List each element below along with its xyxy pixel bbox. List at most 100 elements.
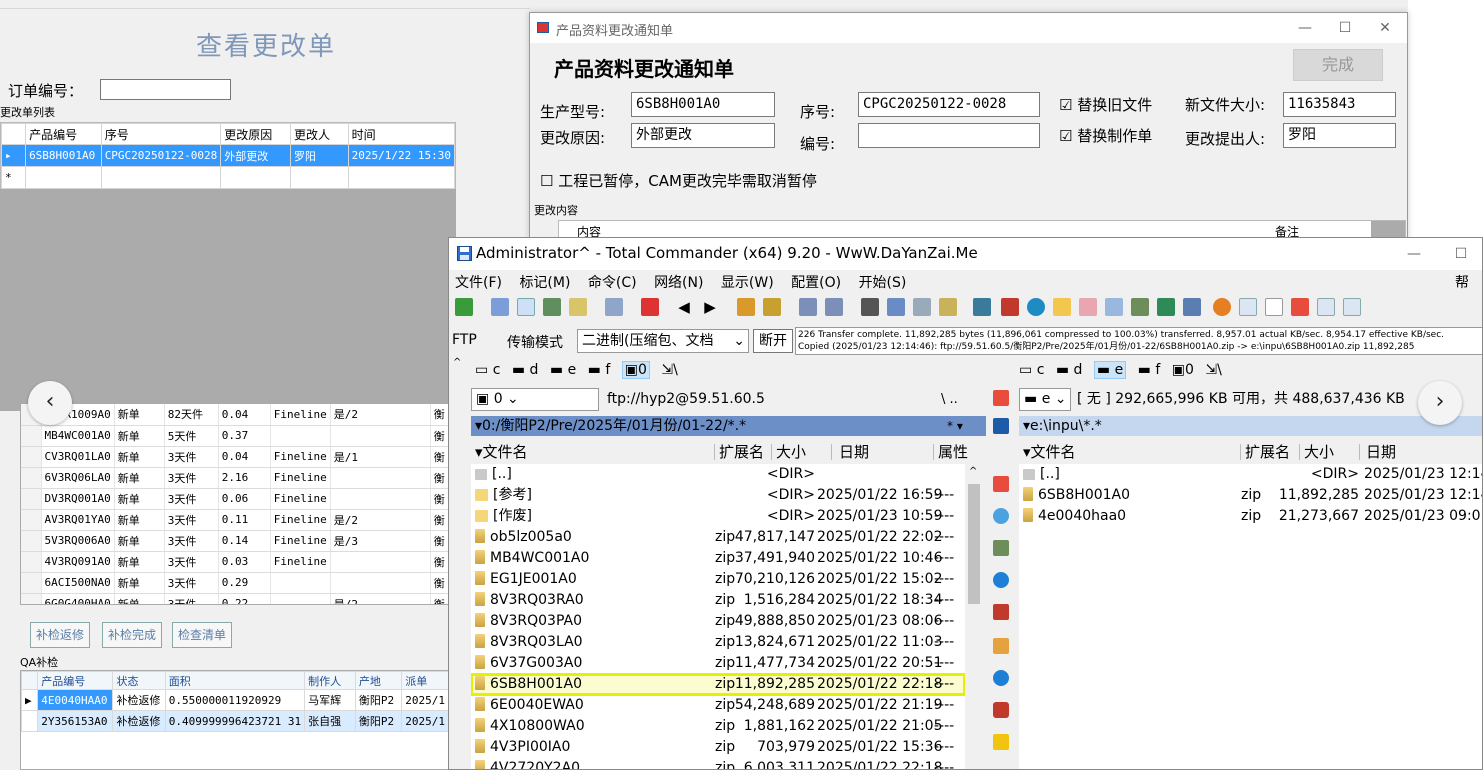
- terminal-icon[interactable]: [993, 418, 1009, 434]
- table-cell[interactable]: 是/2: [330, 404, 431, 426]
- refresh-icon[interactable]: [455, 298, 473, 316]
- table-cell[interactable]: [330, 425, 431, 447]
- file-row[interactable]: 8V3RQ03PA0 zip 49,888,850 2025/01/23 08:06-…: [471, 611, 965, 632]
- drive-f-button[interactable]: ▬ f: [588, 362, 611, 378]
- col-name-header[interactable]: ▾文件名: [1023, 442, 1076, 462]
- drive-e-button[interactable]: ▬ e: [550, 362, 576, 378]
- col-size-header[interactable]: 大小: [776, 442, 806, 462]
- table-cell[interactable]: [330, 572, 431, 594]
- left-current-path[interactable]: ▾0:/衡阳P2/Pre/2025年/01月份/01-22/*.*: [471, 416, 986, 436]
- blank-doc-icon[interactable]: [1265, 298, 1283, 316]
- file-row[interactable]: EG1JE001A0 zip 70,210,126 2025/01/22 15:02-…: [471, 569, 965, 590]
- table-row[interactable]: CV3RQ01LA0 新单 3天件 0.04 Fineline 是/1 衡: [21, 446, 449, 468]
- acrobat-icon[interactable]: [1291, 298, 1309, 316]
- table-cell[interactable]: 新单: [114, 530, 165, 552]
- table-cell[interactable]: 5V3RQ006A0: [41, 530, 115, 552]
- shield-icon[interactable]: [993, 702, 1009, 718]
- drive-c-button[interactable]: ▭ c: [475, 362, 500, 378]
- drive-d-button[interactable]: ▬ d: [1056, 362, 1083, 378]
- table-cell[interactable]: 0.06: [218, 488, 271, 510]
- table-cell[interactable]: Fineline: [270, 509, 331, 531]
- table-cell[interactable]: 衡: [430, 446, 449, 468]
- table-cell[interactable]: 补检返修: [112, 689, 166, 711]
- drive-root-button[interactable]: ⇲\: [661, 362, 677, 378]
- table-cell[interactable]: 0.03: [218, 551, 271, 573]
- col-date-header[interactable]: 日期: [1366, 442, 1396, 462]
- table-cell[interactable]: 3天件: [164, 446, 219, 468]
- rename-icon[interactable]: [887, 298, 905, 316]
- table-cell[interactable]: 0.22: [218, 593, 271, 604]
- users-icon[interactable]: [993, 540, 1009, 556]
- qa-recheck-grid[interactable]: 产品编号 状态 面积 制作人 产地 派单 ▶ 4E0040HAA0 补检返修 0…: [20, 670, 450, 770]
- warning-icon[interactable]: [993, 734, 1009, 750]
- table-cell[interactable]: 82天件: [164, 404, 219, 426]
- file-row[interactable]: 8V3RQ03RA0 zip 1,516,284 2025/01/22 18:34 --…: [471, 590, 965, 611]
- menu-item-file[interactable]: 文件(F): [455, 275, 502, 291]
- window-icon[interactable]: [1239, 298, 1257, 316]
- table-cell[interactable]: [330, 467, 431, 489]
- table-cell[interactable]: 3天件: [164, 593, 219, 604]
- col-size-header[interactable]: 大小: [1304, 442, 1334, 462]
- minimize-button[interactable]: —: [1285, 16, 1325, 40]
- table-cell[interactable]: 5天件: [164, 425, 219, 447]
- table-cell[interactable]: 新单: [114, 425, 165, 447]
- table-cell[interactable]: 0.11: [218, 509, 271, 531]
- col-separator[interactable]: [1240, 444, 1241, 460]
- disconnect-button[interactable]: 断开: [753, 329, 793, 353]
- col-ext-header[interactable]: 扩展名: [719, 442, 764, 462]
- left-drive-select[interactable]: ▣ 0 ⌄: [471, 388, 599, 411]
- table-row[interactable]: 6ACI500NA0 新单 3天件 0.29 衡: [21, 572, 449, 594]
- col-date-header[interactable]: 日期: [839, 442, 869, 462]
- table-cell[interactable]: 衡: [430, 509, 449, 531]
- minimize-button[interactable]: —: [1394, 242, 1434, 266]
- table-cell[interactable]: 0.04: [218, 404, 271, 426]
- picture-icon[interactable]: [993, 638, 1009, 654]
- users-icon[interactable]: [1131, 298, 1149, 316]
- col-separator[interactable]: [1359, 444, 1360, 460]
- left-edge-scrollbar[interactable]: ^: [449, 353, 469, 769]
- window-titlebar[interactable]: Administrator^ - Total Commander (x64) 9…: [449, 238, 1482, 270]
- table-cell[interactable]: 0.29: [218, 572, 271, 594]
- table-row[interactable]: AV3RQ01YA0 新单 3天件 0.11 Fineline 是/2 衡: [21, 509, 449, 531]
- table-cell[interactable]: 2025/1: [401, 710, 449, 732]
- col-ext-header[interactable]: 扩展名: [1245, 442, 1290, 462]
- panel-icon[interactable]: [1343, 298, 1361, 316]
- table-cell[interactable]: 3天件: [164, 467, 219, 489]
- transfer-mode-select[interactable]: 二进制(压缩包、文档 ⌄: [577, 329, 749, 353]
- table-cell[interactable]: 3天件: [164, 488, 219, 510]
- table-cell[interactable]: CPGC20250122-0028: [100, 144, 222, 167]
- col-separator[interactable]: [771, 444, 772, 460]
- row-header[interactable]: [21, 488, 42, 510]
- drive-f-button[interactable]: ▬ f: [1138, 362, 1161, 378]
- menu-item-network[interactable]: 网络(N): [654, 275, 703, 291]
- font-icon[interactable]: [1053, 298, 1071, 316]
- left-file-scrollbar[interactable]: ^: [965, 464, 983, 769]
- chevron-up-icon[interactable]: ^: [453, 357, 461, 368]
- left-file-list[interactable]: [..] <DIR> [参考] <DIR> 2025/01/22 16:59 ---- [作…: [471, 464, 965, 769]
- table-row[interactable]: 5V3RQ006A0 新单 3天件 0.14 Fineline 是/3 衡: [21, 530, 449, 552]
- table-cell[interactable]: 2025/1: [401, 689, 449, 711]
- table-row[interactable]: ▶ 4E0040HAA0 补检返修 0.550000011920929 马军辉 …: [21, 689, 449, 711]
- scrollbar-thumb[interactable]: [968, 484, 980, 604]
- file-row[interactable]: ob5lz005a0 zip 47,817,147 2025/01/22 22:02-…: [471, 527, 965, 548]
- left-nav-root-parent[interactable]: \ ..: [941, 388, 958, 411]
- col-separator[interactable]: [1299, 444, 1300, 460]
- table-cell[interactable]: MB4WC001A0: [41, 425, 115, 447]
- row-header[interactable]: [21, 530, 42, 552]
- table-cell[interactable]: 衡: [430, 425, 449, 447]
- info-icon[interactable]: [993, 572, 1009, 588]
- menu-item-mark[interactable]: 标记(M): [519, 275, 570, 291]
- table-row[interactable]: DV3RQ001A0 新单 3天件 0.06 Fineline 衡: [21, 488, 449, 510]
- sync-icon[interactable]: [913, 298, 931, 316]
- code-input[interactable]: [858, 123, 1040, 148]
- change-list-grid[interactable]: 产品编号 序号 更改原因 更改人 时间 ▸ 6SB8H001A0 CPGC202…: [0, 122, 456, 190]
- table-cell[interactable]: 衡: [430, 404, 449, 426]
- warning-icon[interactable]: [1213, 298, 1231, 316]
- drive-root-button[interactable]: ⇲\: [1205, 362, 1221, 378]
- excel-icon[interactable]: [1157, 298, 1175, 316]
- table-cell[interactable]: 衡: [430, 467, 449, 489]
- seq-input[interactable]: CPGC20250122-0028: [858, 92, 1040, 117]
- file-row[interactable]: MB4WC001A0 zip 37,491,940 2025/01/22 10:46-…: [471, 548, 965, 569]
- chrome-icon[interactable]: [1027, 298, 1045, 316]
- table-cell[interactable]: 衡阳P2: [354, 689, 403, 711]
